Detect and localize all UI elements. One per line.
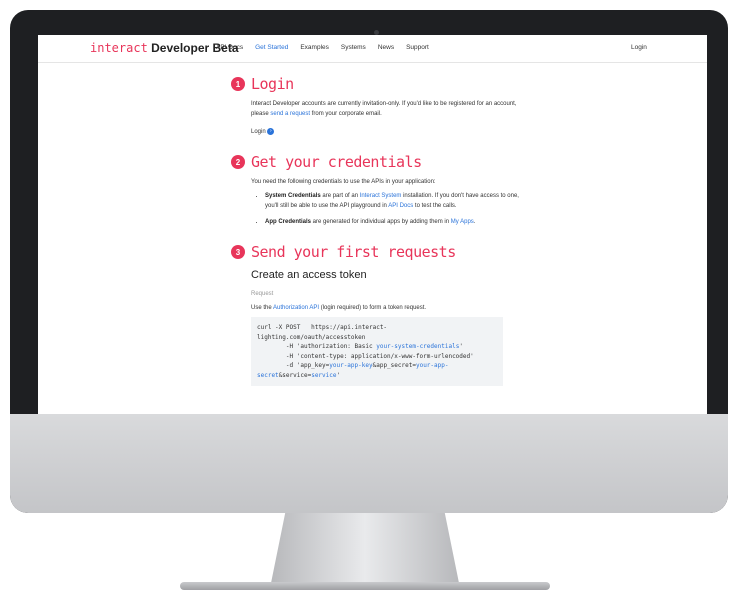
authorization-api-link[interactable]: Authorization API: [273, 305, 319, 311]
login-link-row[interactable]: Login ›: [251, 127, 521, 137]
request-description: Use the Authorization API (login require…: [251, 303, 521, 313]
top-nav: interact Developer Beta API Docs Get Sta…: [38, 35, 707, 63]
step-login: 1 Login Interact Developer accounts are …: [231, 75, 521, 137]
step-credentials: 2 Get your credentials You need the foll…: [231, 153, 521, 227]
step-title: Login: [251, 75, 294, 93]
code-line: -d 'app_key=: [257, 362, 330, 369]
monitor-base: [180, 582, 550, 590]
code-line: &app_secret=: [372, 362, 416, 369]
text-segment: (login required) to form a token request…: [319, 305, 427, 311]
nav-link-systems[interactable]: Systems: [341, 44, 366, 51]
step-title: Send your first requests: [251, 243, 456, 261]
list-item: System Credentials are part of an Intera…: [265, 191, 521, 211]
code-block[interactable]: curl -X POST https://api.interact- light…: [251, 317, 503, 386]
monitor-stand: [270, 513, 460, 588]
login-link[interactable]: Login: [251, 129, 266, 135]
code-line: ': [336, 371, 341, 379]
interact-system-link[interactable]: Interact System: [360, 193, 402, 199]
main-content: 1 Login Interact Developer accounts are …: [231, 75, 521, 386]
step-text: Interact Developer accounts are currentl…: [251, 99, 521, 119]
text-segment: from your corporate email.: [310, 111, 382, 117]
request-label: Request: [251, 291, 274, 297]
credentials-list: System Credentials are part of an Intera…: [251, 191, 521, 227]
step-number-badge: 2: [231, 155, 245, 169]
step-header: 2 Get your credentials: [231, 153, 521, 171]
nav-links: API Docs Get Started Examples Systems Ne…: [216, 44, 429, 51]
code-line: -H 'authorization: Basic: [257, 343, 377, 350]
step-intro: You need the following credentials to us…: [251, 179, 436, 185]
step-first-requests: 3 Send your first requests Create an acc…: [231, 243, 521, 386]
nav-login-link[interactable]: Login: [631, 44, 647, 51]
nav-link-get-started[interactable]: Get Started: [255, 44, 288, 51]
step-number-badge: 3: [231, 245, 245, 259]
nav-link-api-docs[interactable]: API Docs: [216, 44, 243, 51]
code-line: &service=: [278, 371, 312, 379]
text-segment: are part of an: [320, 193, 360, 199]
nav-link-news[interactable]: News: [378, 44, 394, 51]
code-variable: your-app-key: [329, 362, 373, 369]
nav-link-support[interactable]: Support: [406, 44, 429, 51]
step-header: 1 Login: [231, 75, 521, 93]
step-number-badge: 1: [231, 77, 245, 91]
step-header: 3 Send your first requests: [231, 243, 521, 261]
bullet-title: System Credentials: [265, 193, 321, 199]
text-segment: .: [473, 219, 476, 225]
code-variable: your-system-credentials: [376, 343, 460, 350]
my-apps-link[interactable]: My Apps: [451, 219, 474, 225]
code-variable: service: [311, 371, 337, 379]
bullet-title: App Credentials: [265, 219, 312, 225]
text-segment: to test the calls.: [413, 203, 457, 209]
code-line: -H 'content-type: application/x-www-form…: [257, 352, 474, 360]
code-line: curl -X POST https://api.interact-: [257, 324, 388, 331]
arrow-right-icon: ›: [267, 127, 275, 135]
nav-link-examples[interactable]: Examples: [300, 44, 329, 51]
code-variable: secret: [257, 371, 279, 379]
logo-brand: interact: [90, 41, 148, 55]
api-docs-link[interactable]: API Docs: [388, 203, 413, 209]
text-segment: are generated for individual apps by add…: [311, 219, 451, 225]
step-title: Get your credentials: [251, 153, 422, 171]
code-variable: your-app-: [415, 362, 449, 369]
list-item: App Credentials are generated for indivi…: [265, 217, 521, 227]
code-line: ': [459, 343, 463, 350]
code-line: lighting.com/oauth/accesstoken: [257, 333, 366, 341]
text-segment: Use the: [251, 305, 274, 311]
monitor-chin: [10, 414, 728, 513]
screen: interact Developer Beta API Docs Get Sta…: [38, 35, 707, 414]
send-request-link[interactable]: send a request: [270, 111, 310, 117]
section-subheading: Create an access token: [251, 269, 367, 281]
